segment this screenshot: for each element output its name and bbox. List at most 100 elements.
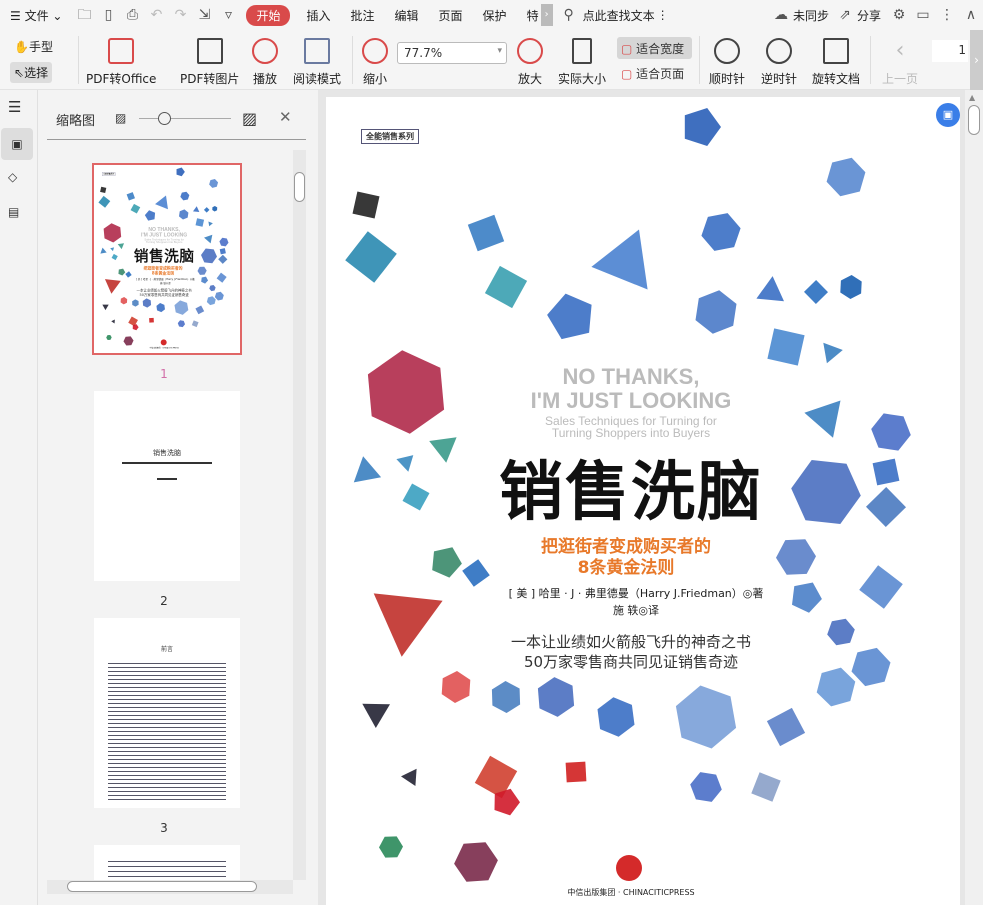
- tab-protect[interactable]: 保护: [473, 7, 517, 24]
- more-tabs-button[interactable]: ›: [540, 4, 553, 26]
- sync-status[interactable]: 未同步: [793, 7, 833, 24]
- cover-shape: [401, 768, 417, 786]
- tab-start[interactable]: 开始: [246, 4, 291, 26]
- settings-icon[interactable]: ⚙: [891, 7, 907, 23]
- zoom-out-button[interactable]: 缩小: [362, 38, 388, 87]
- more-options-icon[interactable]: ⋮: [939, 7, 955, 23]
- print-icon[interactable]: ⎙: [124, 7, 140, 23]
- actual-size-label: 实际大小: [558, 72, 607, 86]
- outline-icon[interactable]: ☰: [8, 98, 21, 116]
- search-text-button[interactable]: 点此查找文本: [581, 7, 657, 24]
- feedback-icon[interactable]: ▭: [915, 7, 931, 23]
- pdf-to-image-button[interactable]: PDF转图片: [180, 38, 239, 87]
- cover-shape: [118, 268, 126, 276]
- play-icon: [252, 38, 278, 64]
- attachment-icon[interactable]: ▤: [8, 205, 19, 219]
- rotate-clockwise-button[interactable]: 顺时针: [709, 38, 745, 87]
- slider-handle[interactable]: [158, 112, 171, 125]
- cover-shape: [192, 206, 200, 212]
- page2-title: 销售洗脑: [153, 449, 181, 457]
- redo-icon[interactable]: ↷: [172, 7, 188, 23]
- cover-shape: [200, 248, 218, 264]
- thumbnail-icon[interactable]: ▣: [1, 128, 33, 160]
- cover-shape: [429, 437, 457, 463]
- cover-shape: [684, 108, 721, 146]
- cover-shape: [218, 254, 228, 264]
- more-icon[interactable]: ⋮: [657, 8, 669, 22]
- cover-shape: [117, 243, 125, 250]
- file-menu[interactable]: ☰ 文件 ⌄: [0, 7, 72, 24]
- close-icon[interactable]: ✕: [279, 108, 292, 126]
- cover-shape: [871, 413, 911, 451]
- thumbnail-page-1[interactable]: 全能销售系列 NO THANKS, I'M JUST LOOKING Sales …: [92, 163, 242, 355]
- cover-shape: [201, 276, 209, 284]
- save-icon[interactable]: ▯: [100, 7, 116, 23]
- cover-shape: [756, 276, 784, 302]
- thumbnail-page-2[interactable]: 销售洗脑: [94, 391, 240, 581]
- pdf-office-label: PDF转Office: [86, 72, 157, 86]
- rotate-document-button[interactable]: 旋转文档: [812, 38, 860, 87]
- cover-shape: [484, 265, 528, 309]
- cover-shape: [565, 761, 587, 783]
- fit-page-button[interactable]: ▢ 适合页面: [621, 65, 684, 82]
- floating-tool-icon[interactable]: ▣: [936, 103, 960, 127]
- tab-special[interactable]: 特: [517, 7, 541, 24]
- cover-shape: [216, 272, 227, 283]
- document-page: 全能销售系列 NO THANKS, I'M JUST LOOKING Sales …: [326, 97, 960, 905]
- cover-shape: [816, 667, 856, 707]
- cover-shape: [180, 191, 190, 201]
- thumbnail-page-3[interactable]: 前言: [94, 618, 240, 808]
- cloud-sync-icon: ☁: [773, 7, 788, 23]
- cover-shape: [123, 336, 134, 346]
- cover-art: [345, 108, 911, 882]
- zoom-level-select[interactable]: 77.7% ▾: [397, 42, 507, 64]
- cover-shape: [597, 697, 635, 737]
- cover-shape: [454, 842, 498, 882]
- cover-shape: [373, 593, 443, 657]
- tab-annotate[interactable]: 批注: [341, 7, 385, 24]
- prev-page-button[interactable]: ‹ 上一页: [882, 38, 918, 87]
- dropdown-icon[interactable]: ▿: [220, 7, 236, 23]
- thumbnail-label: 2: [160, 594, 168, 608]
- thumbnail-scrollbar[interactable]: [293, 150, 306, 880]
- undo-icon[interactable]: ↶: [148, 7, 164, 23]
- cover-shape: [367, 350, 445, 434]
- thumbnail-list: 全能销售系列 NO THANKS, I'M JUST LOOKING Sales …: [38, 150, 293, 880]
- select-tool-button[interactable]: ⇖ 选择: [10, 62, 53, 83]
- rotate-counterclockwise-button[interactable]: 逆时针: [761, 38, 797, 87]
- rotate-document-icon: [823, 38, 849, 64]
- cover-shape: [494, 788, 520, 816]
- tab-page[interactable]: 页面: [429, 7, 473, 24]
- pdf-to-office-button[interactable]: PDF转Office: [86, 38, 156, 87]
- scrollbar-thumb[interactable]: [968, 105, 980, 135]
- hand-icon: ✋: [14, 39, 29, 54]
- play-button[interactable]: 播放: [252, 38, 278, 87]
- zoom-in-button[interactable]: 放大: [517, 38, 543, 87]
- cover-shape: [751, 772, 781, 802]
- toolbar-scroll-right[interactable]: ›: [970, 30, 983, 90]
- document-scrollbar[interactable]: ▲: [965, 90, 983, 905]
- share-button[interactable]: 分享: [857, 7, 887, 24]
- collapse-ribbon-icon[interactable]: ∧: [963, 7, 979, 23]
- page3-title: 前言: [160, 646, 173, 653]
- cover-shape: [178, 209, 189, 220]
- read-mode-button[interactable]: 阅读模式: [293, 38, 341, 87]
- thumbnail-size-slider[interactable]: [139, 118, 231, 119]
- hand-tool-button[interactable]: ✋ 手型: [14, 38, 53, 55]
- thumbnail-page-4[interactable]: [94, 845, 240, 880]
- cover-shape: [176, 167, 185, 177]
- actual-size-button[interactable]: 实际大小: [558, 38, 606, 87]
- chevron-left-icon: ‹: [895, 38, 905, 63]
- tab-insert[interactable]: 插入: [296, 7, 340, 24]
- cover-shape: [130, 203, 141, 214]
- page-number-input[interactable]: 1: [932, 40, 968, 62]
- tab-edit[interactable]: 编辑: [385, 7, 429, 24]
- bookmark-icon[interactable]: ◇: [8, 170, 17, 184]
- cover-shape: [804, 400, 841, 438]
- fit-width-button[interactable]: ▢ 适合宽度: [617, 37, 692, 59]
- cover-shape: [132, 324, 139, 331]
- play-label: 播放: [252, 72, 277, 86]
- horizontal-scrollbar[interactable]: [47, 880, 293, 894]
- open-icon[interactable]: 🗀: [76, 7, 92, 23]
- export-icon[interactable]: ⇲: [196, 7, 212, 23]
